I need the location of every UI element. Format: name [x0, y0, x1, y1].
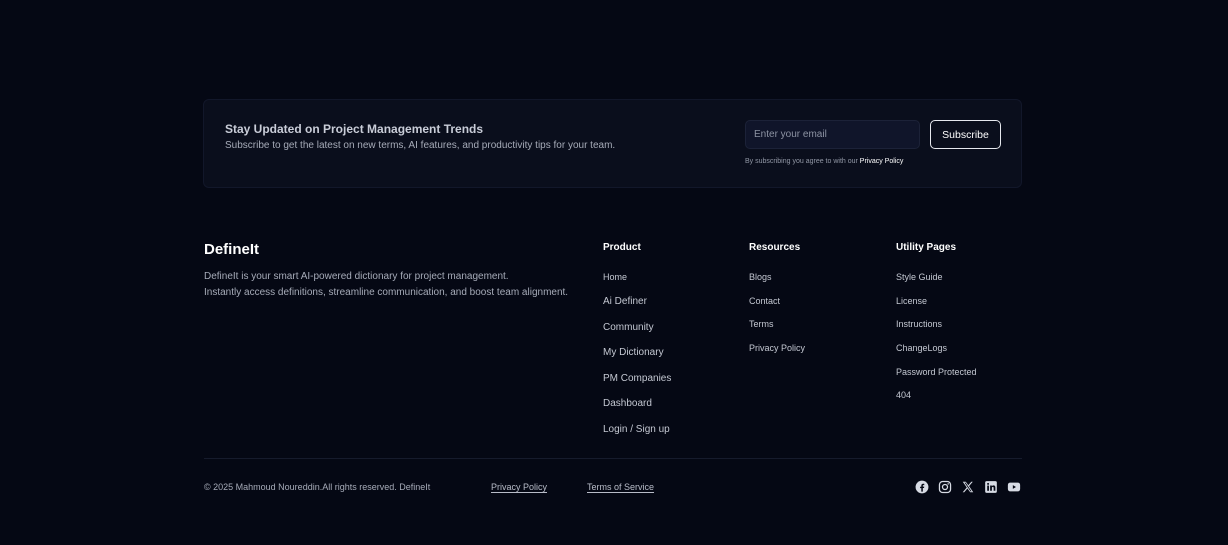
- footer-link-home[interactable]: Home: [603, 272, 627, 282]
- newsletter-terms: By subscribing you agree to with our Pri…: [745, 158, 903, 165]
- footer-link-contact[interactable]: Contact: [749, 296, 780, 306]
- bottom-terms-link[interactable]: Terms of Service: [587, 482, 654, 492]
- email-input[interactable]: [745, 120, 920, 149]
- resources-column-title: Resources: [749, 242, 801, 253]
- brand-description-line-2: Instantly access definitions, streamline…: [204, 287, 569, 298]
- bottom-privacy-link[interactable]: Privacy Policy: [491, 482, 547, 492]
- footer-link-password-protected[interactable]: Password Protected: [896, 367, 977, 377]
- footer-divider: [204, 458, 1022, 459]
- footer-link-blogs[interactable]: Blogs: [749, 272, 772, 282]
- youtube-icon[interactable]: [1007, 480, 1021, 494]
- copyright-text: © 2025 Mahmoud Noureddin.All rights rese…: [204, 482, 431, 492]
- footer-link-my-dictionary[interactable]: My Dictionary: [603, 347, 664, 358]
- footer-link-changelogs[interactable]: ChangeLogs: [896, 343, 947, 353]
- subscribe-button[interactable]: Subscribe: [930, 120, 1001, 149]
- footer-link-ai-definer[interactable]: Ai Definer: [603, 296, 647, 307]
- utility-column-title: Utility Pages: [896, 242, 957, 253]
- footer-link-license[interactable]: License: [896, 296, 927, 306]
- x-icon[interactable]: [961, 480, 975, 494]
- newsletter-title: Stay Updated on Project Management Trend…: [225, 122, 484, 136]
- newsletter-card: Stay Updated on Project Management Trend…: [203, 99, 1022, 188]
- footer-link-style-guide[interactable]: Style Guide: [896, 272, 943, 282]
- product-column-title: Product: [603, 242, 641, 253]
- linkedin-icon[interactable]: [984, 480, 998, 494]
- footer-link-dashboard[interactable]: Dashboard: [603, 398, 652, 409]
- footer-link-404[interactable]: 404: [896, 390, 911, 400]
- footer-link-community[interactable]: Community: [603, 322, 654, 333]
- footer-link-privacy-policy[interactable]: Privacy Policy: [749, 343, 805, 353]
- newsletter-privacy-link[interactable]: Privacy Policy: [860, 158, 904, 165]
- brand-description: DefineIt is your smart AI-powered dictio…: [204, 269, 584, 301]
- footer-link-terms[interactable]: Terms: [749, 319, 774, 329]
- brand-name: DefineIt: [204, 241, 260, 258]
- newsletter-terms-text: By subscribing you agree to with our: [745, 158, 860, 165]
- instagram-icon[interactable]: [938, 480, 952, 494]
- facebook-icon[interactable]: [915, 480, 929, 494]
- brand-description-line-1: DefineIt is your smart AI-powered dictio…: [204, 271, 509, 282]
- footer-link-pm-companies[interactable]: PM Companies: [603, 373, 671, 384]
- footer-link-instructions[interactable]: Instructions: [896, 319, 942, 329]
- newsletter-subtitle: Subscribe to get the latest on new terms…: [225, 140, 616, 151]
- footer-link-login[interactable]: Login / Sign up: [603, 424, 670, 435]
